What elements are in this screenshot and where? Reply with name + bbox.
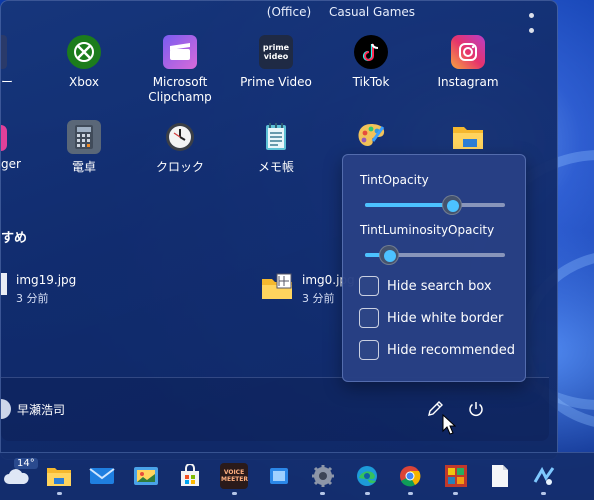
paint-icon — [354, 120, 388, 154]
settings-icon — [312, 465, 334, 487]
store-icon — [181, 464, 199, 486]
clipchamp-icon — [163, 35, 197, 69]
running-indicator — [57, 492, 62, 495]
running-indicator — [408, 492, 413, 495]
image-file-icon — [1, 273, 7, 295]
tiktok-icon — [354, 35, 388, 69]
app-label-office: (Office) — [266, 5, 312, 19]
taskbar-photos[interactable] — [133, 463, 159, 489]
pinned-app-clock[interactable]: クロック — [130, 120, 230, 175]
app-label: Instagram — [437, 75, 499, 89]
document-icon — [492, 465, 508, 487]
taskbar-file-explorer[interactable] — [46, 463, 72, 489]
taskbar-store[interactable] — [177, 463, 203, 489]
tint-luminosity-slider[interactable] — [365, 245, 505, 265]
app-icon — [533, 466, 555, 485]
prime-video-icon: prime video — [259, 35, 293, 69]
user-account-button[interactable]: 早瀬浩司 — [1, 399, 65, 419]
pinned-app-notepad[interactable]: メモ帳 — [226, 120, 326, 175]
taskbar: VOICE MEETER — [0, 452, 594, 500]
checkbox[interactable] — [359, 308, 379, 328]
file-explorer-icon — [451, 120, 485, 154]
pinned-app-prime-video[interactable]: prime video Prime Video — [226, 35, 326, 90]
photos-icon — [134, 467, 158, 485]
running-indicator — [320, 492, 325, 495]
running-indicator — [541, 492, 546, 495]
mouse-cursor-icon — [442, 414, 456, 435]
checkbox-label: Hide recommended — [387, 342, 515, 358]
power-icon — [469, 402, 483, 417]
top-labels: (Office) Casual Games — [1, 5, 549, 21]
pinned-app-calculator[interactable]: 電卓 — [34, 120, 134, 175]
app-label: Microsoft Clipchamp — [148, 75, 212, 104]
image-folder-icon — [260, 273, 294, 304]
partial-app-label-2: ger — [1, 157, 21, 171]
taskbar-document[interactable] — [487, 463, 513, 489]
hide-white-border-checkbox[interactable]: Hide white border — [359, 308, 503, 328]
slider-thumb[interactable] — [441, 195, 462, 215]
calculator-icon — [67, 120, 101, 154]
app-label: Xbox — [69, 75, 99, 89]
app-label: TikTok — [352, 75, 390, 89]
taskbar-app[interactable] — [266, 463, 292, 489]
tint-opacity-label: TintOpacity — [360, 173, 429, 187]
app-icon — [270, 468, 288, 484]
user-name: 早瀬浩司 — [17, 402, 66, 417]
pinned-app-clipchamp[interactable]: Microsoft Clipchamp — [130, 35, 230, 105]
app-label: 電卓 — [71, 160, 96, 174]
taskbar-game[interactable] — [443, 463, 469, 489]
checkbox-label: Hide white border — [387, 310, 504, 326]
recommended-title: すめ — [1, 231, 28, 246]
recent-file-img19[interactable]: img19.jpg 3 分前 — [1, 273, 76, 306]
taskbar-app-2[interactable] — [531, 463, 557, 489]
weather-temperature: 14° — [14, 458, 38, 469]
checkbox-label: Hide search box — [387, 278, 492, 294]
checkbox[interactable] — [359, 276, 379, 296]
app-label: Prime Video — [240, 75, 312, 89]
scroll-dots[interactable] — [529, 13, 535, 43]
prime-video-logo-text: prime video — [262, 43, 290, 61]
avatar — [1, 399, 11, 419]
instagram-icon — [451, 35, 485, 69]
running-indicator — [365, 492, 370, 495]
pinned-app-tiktok[interactable]: TikTok — [321, 35, 421, 90]
file-name: img19.jpg — [16, 273, 77, 287]
taskbar-voicemeeter[interactable]: VOICE MEETER — [220, 463, 248, 489]
power-button[interactable] — [464, 397, 488, 421]
recent-file-img0[interactable]: img0.jpg 3 分前 — [260, 273, 355, 306]
slider-thumb[interactable] — [378, 245, 399, 265]
file-explorer-icon — [47, 468, 71, 486]
xbox-icon — [67, 35, 101, 69]
checkbox[interactable] — [359, 340, 379, 360]
voicemeeter-icon: VOICE MEETER — [221, 469, 248, 483]
running-indicator — [453, 492, 458, 495]
chrome-icon — [400, 466, 421, 487]
notepad-icon — [259, 120, 293, 154]
app-label: メモ帳 — [257, 160, 294, 174]
edge-icon — [357, 466, 377, 486]
weather-icon — [4, 469, 29, 484]
pinned-app-xbox[interactable]: Xbox — [34, 35, 134, 90]
app-label-casual-games: Casual Games — [328, 5, 416, 19]
partial-app-icon-1[interactable] — [1, 35, 7, 69]
partial-app-icon-2[interactable] — [1, 125, 7, 151]
running-indicator — [232, 492, 237, 495]
tint-luminosity-label: TintLuminosityOpacity — [360, 223, 495, 237]
tint-opacity-slider[interactable] — [365, 195, 505, 215]
clock-icon — [163, 120, 197, 154]
taskbar-mail[interactable] — [89, 463, 115, 489]
game-icon — [445, 465, 467, 487]
app-label: クロック — [155, 160, 204, 174]
slider-fill — [365, 203, 452, 207]
hide-recommended-checkbox[interactable]: Hide recommended — [359, 340, 515, 360]
mail-icon — [89, 468, 115, 484]
tint-settings-flyout: TintOpacity TintLuminosityOpacity Hide s… — [342, 154, 526, 382]
taskbar-settings[interactable] — [310, 463, 336, 489]
file-time: 3 分前 — [16, 292, 49, 305]
hide-search-box-checkbox[interactable]: Hide search box — [359, 276, 492, 296]
partial-app-label-1: ー — [1, 75, 14, 89]
taskbar-chrome[interactable] — [397, 463, 423, 489]
pinned-app-instagram[interactable]: Instagram — [418, 35, 518, 90]
taskbar-edge[interactable] — [354, 463, 380, 489]
